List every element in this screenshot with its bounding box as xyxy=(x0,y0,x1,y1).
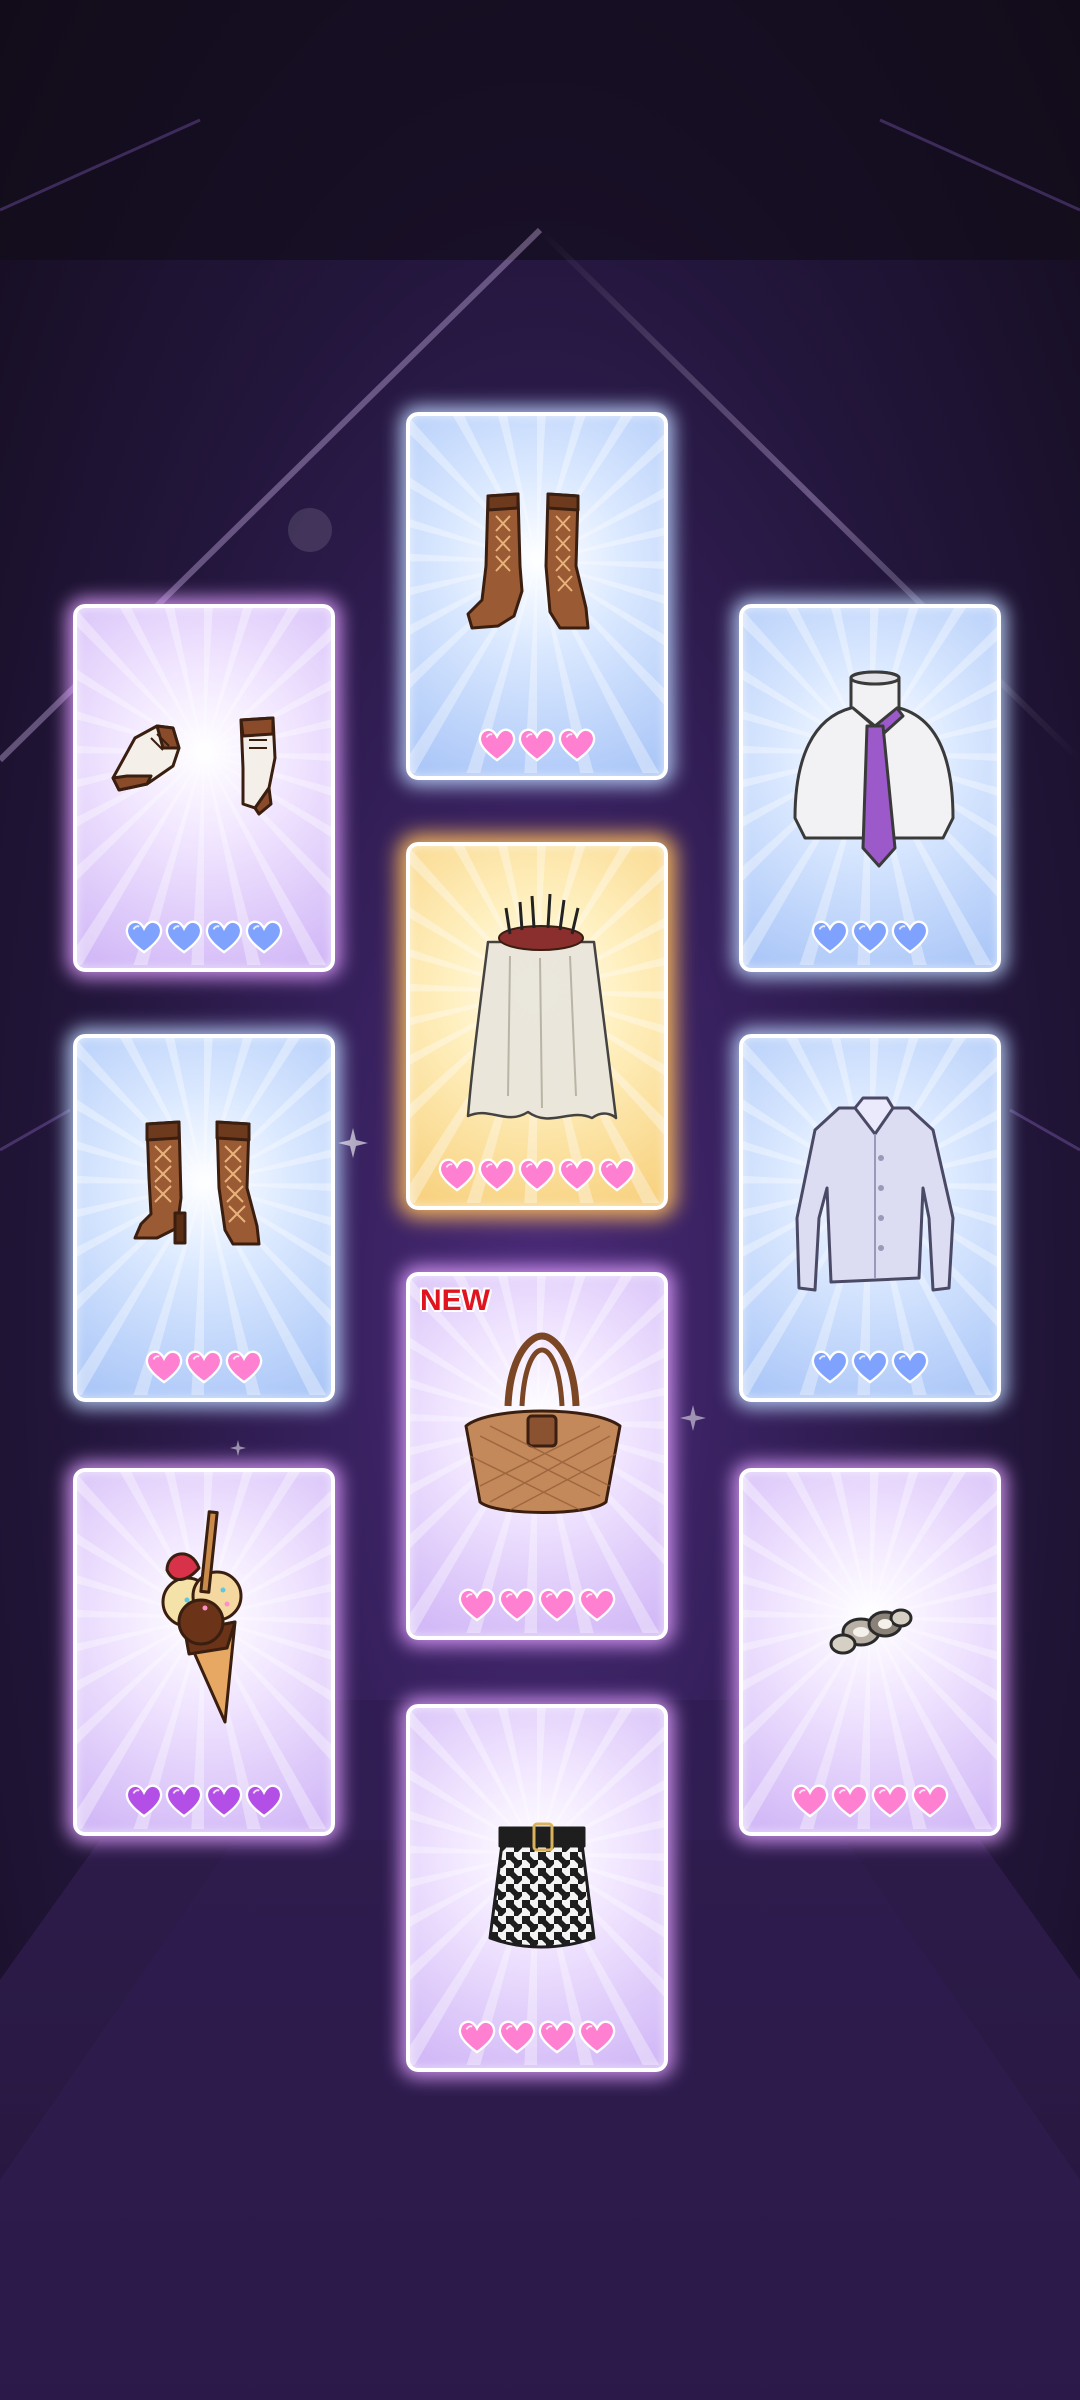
heart-icon xyxy=(498,1588,536,1622)
heart-icon xyxy=(851,1350,889,1384)
heart-icon xyxy=(165,1784,203,1818)
reward-card[interactable] xyxy=(406,412,668,780)
houndstooth-skirt-icon xyxy=(488,1822,596,1949)
card-reveal-screen: NEW xyxy=(0,0,1080,2400)
heart-icon xyxy=(438,1158,476,1192)
heart-icon xyxy=(558,1158,596,1192)
heart-icon xyxy=(165,920,203,954)
new-badge: NEW xyxy=(420,1284,490,1317)
heeled-boots-icon xyxy=(133,1120,261,1246)
necktie-icon xyxy=(793,670,955,868)
heart-icon xyxy=(225,1350,263,1384)
heart-icon xyxy=(205,920,243,954)
heart-icon xyxy=(791,1784,829,1818)
reward-card[interactable] xyxy=(739,604,1001,972)
sparkle-icon xyxy=(230,1440,246,1456)
reward-card[interactable] xyxy=(73,1468,335,1836)
sparkle-icon xyxy=(680,1405,706,1431)
ice-cream-cone-icon xyxy=(161,1510,243,1724)
heart-icon xyxy=(811,920,849,954)
heart-icon xyxy=(498,2020,536,2054)
heart-icon xyxy=(578,2020,616,2054)
rarity-hearts xyxy=(743,1784,997,1818)
heart-icon xyxy=(558,728,596,762)
heart-icon xyxy=(538,1588,576,1622)
lace-up-boots-icon xyxy=(466,492,590,630)
rarity-hearts xyxy=(410,1588,664,1622)
heart-icon xyxy=(245,1784,283,1818)
sparkle-icon xyxy=(338,1128,368,1158)
reward-card[interactable] xyxy=(739,1034,1001,1402)
reward-card[interactable]: NEW xyxy=(406,1272,668,1640)
rarity-hearts xyxy=(410,2020,664,2054)
rarity-hearts xyxy=(410,1158,664,1192)
heart-icon xyxy=(185,1350,223,1384)
reward-card[interactable] xyxy=(406,842,668,1210)
heart-icon xyxy=(125,920,163,954)
heart-icon xyxy=(891,920,929,954)
heart-icon xyxy=(458,2020,496,2054)
rarity-hearts xyxy=(743,1350,997,1384)
heart-icon xyxy=(518,1158,556,1192)
heart-icon xyxy=(458,1588,496,1622)
heart-icon xyxy=(891,1350,929,1384)
heart-icon xyxy=(911,1784,949,1818)
heart-icon xyxy=(578,1588,616,1622)
bracelet-icon xyxy=(829,1608,913,1655)
rarity-hearts xyxy=(743,920,997,954)
rarity-hearts xyxy=(77,1350,331,1384)
woven-tote-bag-icon xyxy=(464,1332,622,1514)
crown-veil-icon xyxy=(466,893,618,1120)
heart-icon xyxy=(598,1158,636,1192)
heart-icon xyxy=(245,920,283,954)
heart-icon xyxy=(478,1158,516,1192)
reward-card[interactable] xyxy=(73,604,335,972)
heart-icon xyxy=(478,728,516,762)
heart-icon xyxy=(871,1784,909,1818)
dress-shirt-icon xyxy=(795,1096,955,1292)
rarity-hearts xyxy=(410,728,664,762)
oxford-shoes-icon xyxy=(111,716,277,816)
heart-icon xyxy=(518,728,556,762)
heart-icon xyxy=(145,1350,183,1384)
heart-icon xyxy=(851,920,889,954)
reward-card[interactable] xyxy=(739,1468,1001,1836)
heart-icon xyxy=(205,1784,243,1818)
rarity-hearts xyxy=(77,1784,331,1818)
heart-icon xyxy=(831,1784,869,1818)
reward-card[interactable] xyxy=(406,1704,668,2072)
heart-icon xyxy=(538,2020,576,2054)
reward-card[interactable] xyxy=(73,1034,335,1402)
rarity-hearts xyxy=(77,920,331,954)
heart-icon xyxy=(125,1784,163,1818)
heart-icon xyxy=(811,1350,849,1384)
